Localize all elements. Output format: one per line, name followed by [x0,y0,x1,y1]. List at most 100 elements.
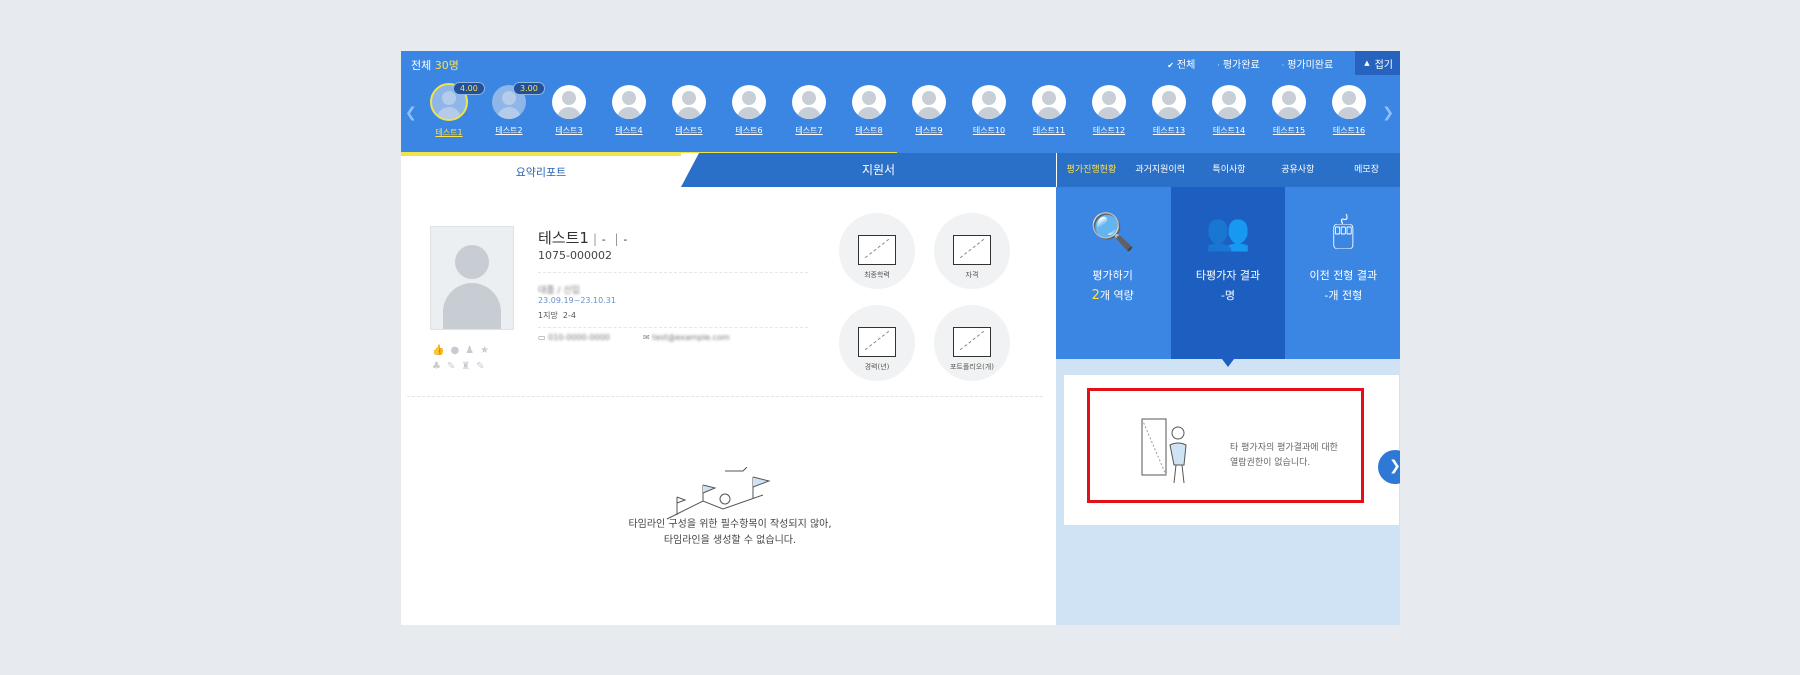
tab-eval-progress[interactable]: 평가진행현황 [1057,153,1126,187]
card-evaluate[interactable]: 🔍 평가하기 2개 역량 [1056,187,1169,359]
candidate-strip: ❮ ❯ 4.00 테스트1 3.00 테스트2 테스트3 테스트4 테스트5 테스트6 테스트7… [401,75,1400,155]
divider [538,327,808,328]
section-divider [407,396,1043,397]
candidate-item[interactable]: 테스트16 [1319,75,1379,136]
candidate-name: 테스트10 [972,126,1006,135]
avatar [792,85,826,119]
candidate-name: 테스트6 [735,126,763,135]
summary-panel: 👍●♟★ ♣✎♜✎ 테스트1 | - | - 1075-000002 대졸 / 신… [401,187,1056,625]
avatar [612,85,646,119]
briefcase-icon [858,327,896,357]
avatar [1212,85,1246,119]
candidate-item[interactable]: 테스트7 [779,75,839,136]
candidate-name: 테스트2 [495,126,523,135]
chevron-right-icon: ❯ [1389,458,1400,474]
candidate-item[interactable]: 테스트12 [1079,75,1139,136]
candidate-name: 테스트14 [1212,126,1246,135]
candidate-code: 1075-000002 [538,249,612,262]
filter-all[interactable]: ✔ 전체 [1167,56,1195,71]
candidate-name: 테스트3 [555,126,583,135]
education-info: 대졸 / 신입 [538,286,580,296]
candidate-item[interactable]: 테스트10 [959,75,1019,136]
candidate-item[interactable]: 4.00 테스트1 [419,75,485,138]
avatar [1272,85,1306,119]
timeline-message: 타임라인 구성을 위한 필수항목이 작성되지 않아, 타임라인을 생성할 수 없… [628,519,832,546]
candidate-item[interactable]: 테스트13 [1139,75,1199,136]
avatar [1092,85,1126,119]
previous-result-icon: 🖱 [1332,211,1355,252]
filter-group: ✔ 전체 · 평가완료 · 평가미완료 ▲ 접기 [1167,51,1400,75]
result-panel: 타 평가자의 평가결과에 대한 열람권한이 없습니다. ❯ [1064,375,1400,525]
candidate-item[interactable]: 테스트5 [659,75,719,136]
avatar [1152,85,1186,119]
caret-up-icon: ▲ [1364,59,1370,67]
candidate-name: 테스트9 [915,126,943,135]
candidate-name: 테스트1 [435,128,463,137]
filter-not-done[interactable]: · 평가미완료 [1282,56,1334,71]
next-button[interactable]: ❯ [1378,450,1400,484]
candidate-name: 테스트15 [1272,126,1306,135]
evaluators-icon: 👥 [1205,212,1251,253]
candidate-item[interactable]: 테스트4 [599,75,659,136]
total-count: 전체 30명 [411,59,459,72]
prev-arrow-icon[interactable]: ❮ [405,105,417,121]
evaluate-icon: 🔍 [1090,212,1136,253]
doc-certificate-button[interactable]: 자격 [934,213,1010,289]
candidate-name: 테스트1 | - | - [538,229,628,247]
avatar [852,85,886,119]
certificate-icon [953,235,991,265]
tab-memo[interactable]: 메모장 [1332,153,1400,187]
candidate-name: 테스트8 [855,126,883,135]
tab-application[interactable]: 지원서 [701,153,1056,187]
avatar [1032,85,1066,119]
mail-icon: ✉ [643,333,650,342]
candidate-item[interactable]: 테스트11 [1019,75,1079,136]
folder-icon [953,327,991,357]
candidate-name: 테스트7 [795,126,823,135]
bullet-icon: · [1281,60,1285,70]
filter-done[interactable]: · 평가완료 [1217,56,1259,71]
candidate-item[interactable]: 테스트3 [539,75,599,136]
phone-icon: ▭ [538,333,546,342]
candidate-name: 테스트4 [615,126,643,135]
tab-shared[interactable]: 공유사항 [1263,153,1332,187]
preference-rank: 1지망 2-4 [538,311,576,320]
avatar [552,85,586,119]
no-permission-highlight: 타 평가자의 평가결과에 대한 열람권한이 없습니다. [1087,388,1364,503]
card-other-evaluators[interactable]: 👥 타평가자 결과 -명 [1171,187,1285,367]
candidate-item[interactable]: 3.00 테스트2 [479,75,545,136]
card-previous-stage[interactable]: 🖱 이전 전형 결과 -개 전형 [1287,187,1400,359]
candidate-item[interactable]: 테스트15 [1259,75,1319,136]
email-field: ✉ test@example.com [643,333,730,342]
candidate-name: 테스트12 [1092,126,1126,135]
candidate-item[interactable]: 테스트14 [1199,75,1259,136]
tab-notes[interactable]: 특이사항 [1195,153,1264,187]
next-arrow-icon[interactable]: ❯ [1382,105,1394,121]
candidate-name: 테스트13 [1152,126,1186,135]
app-window: 전체 30명 ✔ 전체 · 평가완료 · 평가미완료 ▲ 접기 ❮ ❯ 4.00 테스트1… [401,51,1400,625]
tab-bar: 요약리포트 지원서 평가진행현황 과거지원이력 특이사항 공유사항 메모장 [401,153,1400,187]
divider [538,272,808,273]
doc-education-button[interactable]: 최종학력 [839,213,915,289]
top-bar: 전체 30명 ✔ 전체 · 평가완료 · 평가미완료 ▲ 접기 [401,51,1400,75]
candidate-item[interactable]: 테스트9 [899,75,959,136]
tab-summary-report[interactable]: 요약리포트 [401,153,699,187]
right-tabs: 평가진행현황 과거지원이력 특이사항 공유사항 메모장 [1056,153,1400,187]
avatar [1332,85,1366,119]
eval-cards: 🔍 평가하기 2개 역량 👥 타평가자 결과 -명 🖱 이전 전형 결과 -개 … [1056,187,1400,367]
doc-portfolio-button[interactable]: 포트폴리오(개) [934,305,1010,381]
bullet-icon: · [1217,60,1220,70]
fold-button[interactable]: ▲ 접기 [1355,51,1400,75]
education-icon [858,235,896,265]
avatar [912,85,946,119]
candidate-name: 테스트11 [1032,126,1066,135]
avatar [430,226,514,330]
badge-icons-row1: 👍●♟★ [432,345,496,356]
evaluation-panel: 🔍 평가하기 2개 역량 👥 타평가자 결과 -명 🖱 이전 전형 결과 -개 … [1056,187,1400,625]
doc-career-button[interactable]: 경력(년) [839,305,915,381]
candidate-name: 테스트16 [1332,126,1366,135]
tab-past-history[interactable]: 과거지원이력 [1126,153,1195,187]
candidate-item[interactable]: 테스트8 [839,75,899,136]
avatar [732,85,766,119]
candidate-item[interactable]: 테스트6 [719,75,779,136]
